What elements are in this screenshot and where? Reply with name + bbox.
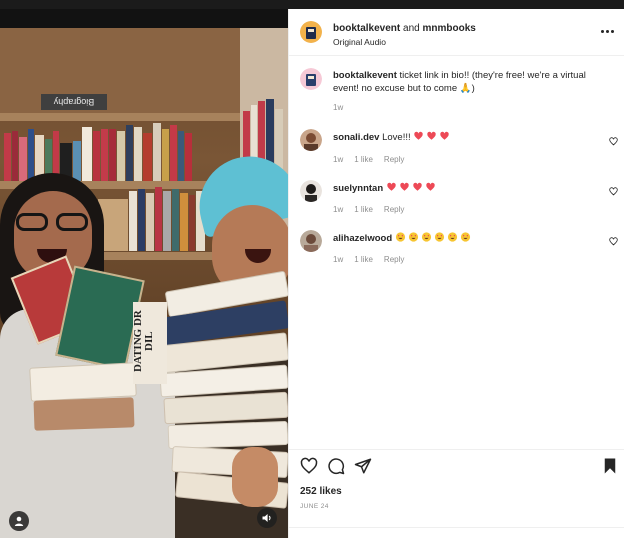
- audio-toggle-button[interactable]: [257, 508, 277, 528]
- media-top-edge: [0, 9, 288, 28]
- caption-username[interactable]: booktalkevent: [333, 70, 397, 81]
- likes-count[interactable]: 252 likes: [300, 486, 342, 497]
- book-in-hand: [29, 362, 137, 402]
- heart-eyes-emoji: [395, 232, 405, 242]
- user-tag-button[interactable]: [9, 511, 29, 531]
- book-in-stack: [167, 420, 288, 450]
- comment-username[interactable]: suelynntan: [333, 183, 383, 194]
- red-heart-emoji: [414, 131, 423, 140]
- comment: sonali.dev Love!!!: [333, 131, 605, 144]
- comment-meta: 1w 1 like Reply: [333, 205, 415, 214]
- share-icon[interactable]: [354, 457, 372, 475]
- avatar-image: [300, 129, 322, 151]
- author-primary-link[interactable]: booktalkevent: [333, 23, 400, 34]
- author-secondary-link[interactable]: mnmbooks: [423, 23, 476, 34]
- comment-username[interactable]: sonali.dev: [333, 132, 379, 143]
- comment-emoji: [413, 131, 452, 143]
- comment-like-icon[interactable]: [609, 187, 618, 196]
- post-authors: booktalkevent and mnmbooks: [333, 23, 476, 34]
- comment-likes[interactable]: 1 like: [354, 255, 373, 264]
- avatar-image: [300, 68, 322, 90]
- reply-button[interactable]: Reply: [384, 155, 404, 164]
- comment-time[interactable]: 1w: [333, 255, 343, 264]
- book-in-stack: [163, 391, 288, 425]
- caption-time[interactable]: 1w: [333, 103, 343, 112]
- like-icon[interactable]: [300, 457, 318, 475]
- heart-eyes-emoji: [408, 232, 418, 242]
- red-heart-emoji: [427, 131, 436, 140]
- comment-time[interactable]: 1w: [333, 205, 343, 214]
- red-heart-emoji: [426, 182, 435, 191]
- comment-like-icon[interactable]: [609, 237, 618, 246]
- reply-button[interactable]: Reply: [384, 205, 404, 214]
- heart-eyes-emoji: [434, 232, 444, 242]
- red-heart-emoji: [440, 131, 449, 140]
- save-icon[interactable]: [601, 457, 619, 475]
- hand: [232, 447, 278, 507]
- reply-button[interactable]: Reply: [384, 255, 404, 264]
- action-bar: [289, 457, 624, 479]
- comment: alihazelwood: [333, 232, 605, 245]
- post-details-panel: booktalkevent and mnmbooks Original Audi…: [288, 9, 624, 538]
- author-connector: and: [400, 23, 423, 34]
- red-heart-emoji: [400, 182, 409, 191]
- comment-icon[interactable]: [327, 457, 345, 475]
- red-heart-emoji: [413, 182, 422, 191]
- commenter-avatar[interactable]: [300, 129, 322, 151]
- comment-emoji: [395, 232, 473, 244]
- post-date: JUNE 24: [300, 503, 329, 510]
- caption: booktalkevent ticket link in bio!! (they…: [333, 69, 605, 95]
- comment-likes[interactable]: 1 like: [354, 155, 373, 164]
- user-tag-icon: [14, 516, 24, 526]
- comment-time[interactable]: 1w: [333, 155, 343, 164]
- header-divider: [289, 55, 624, 56]
- actions-divider: [289, 449, 624, 450]
- comment-username[interactable]: alihazelwood: [333, 233, 392, 244]
- bookshelf-top-panel: [0, 28, 240, 113]
- comment-meta: 1w 1 like Reply: [333, 155, 415, 164]
- author-avatar[interactable]: [300, 21, 322, 43]
- commenter-avatar[interactable]: [300, 180, 322, 202]
- more-options-button[interactable]: [601, 29, 617, 35]
- avatar-image: [300, 21, 322, 43]
- audio-icon: [262, 514, 271, 522]
- original-audio-link[interactable]: Original Audio: [333, 37, 386, 47]
- caption-meta: 1w: [333, 103, 354, 112]
- caption-author-avatar[interactable]: [300, 68, 322, 90]
- heart-eyes-emoji: [447, 232, 457, 242]
- comment: suelynntan: [333, 182, 605, 195]
- book-title-dating: DATING DR DIL: [132, 302, 167, 384]
- avatar-image: [300, 230, 322, 252]
- comment-emoji: [386, 182, 438, 194]
- book-row: [98, 187, 206, 251]
- comment-meta: 1w 1 like Reply: [333, 255, 415, 264]
- shelf-board: [0, 113, 240, 121]
- glasses: [16, 213, 88, 231]
- book-row: [4, 121, 193, 181]
- red-heart-emoji: [387, 182, 396, 191]
- comment-text: Love!!!: [382, 132, 411, 143]
- add-comment-bar[interactable]: [289, 527, 624, 538]
- comment-likes[interactable]: 1 like: [354, 205, 373, 214]
- commenter-avatar[interactable]: [300, 230, 322, 252]
- browser-top-strip: [0, 0, 624, 9]
- comment-like-icon[interactable]: [609, 137, 618, 146]
- avatar-image: [300, 180, 322, 202]
- heart-eyes-emoji: [460, 232, 470, 242]
- post-media[interactable]: Biography DATING DR DIL: [0, 9, 288, 538]
- biography-sign: Biography: [41, 94, 107, 110]
- book-in-hand: [33, 397, 135, 431]
- heart-eyes-emoji: [421, 232, 431, 242]
